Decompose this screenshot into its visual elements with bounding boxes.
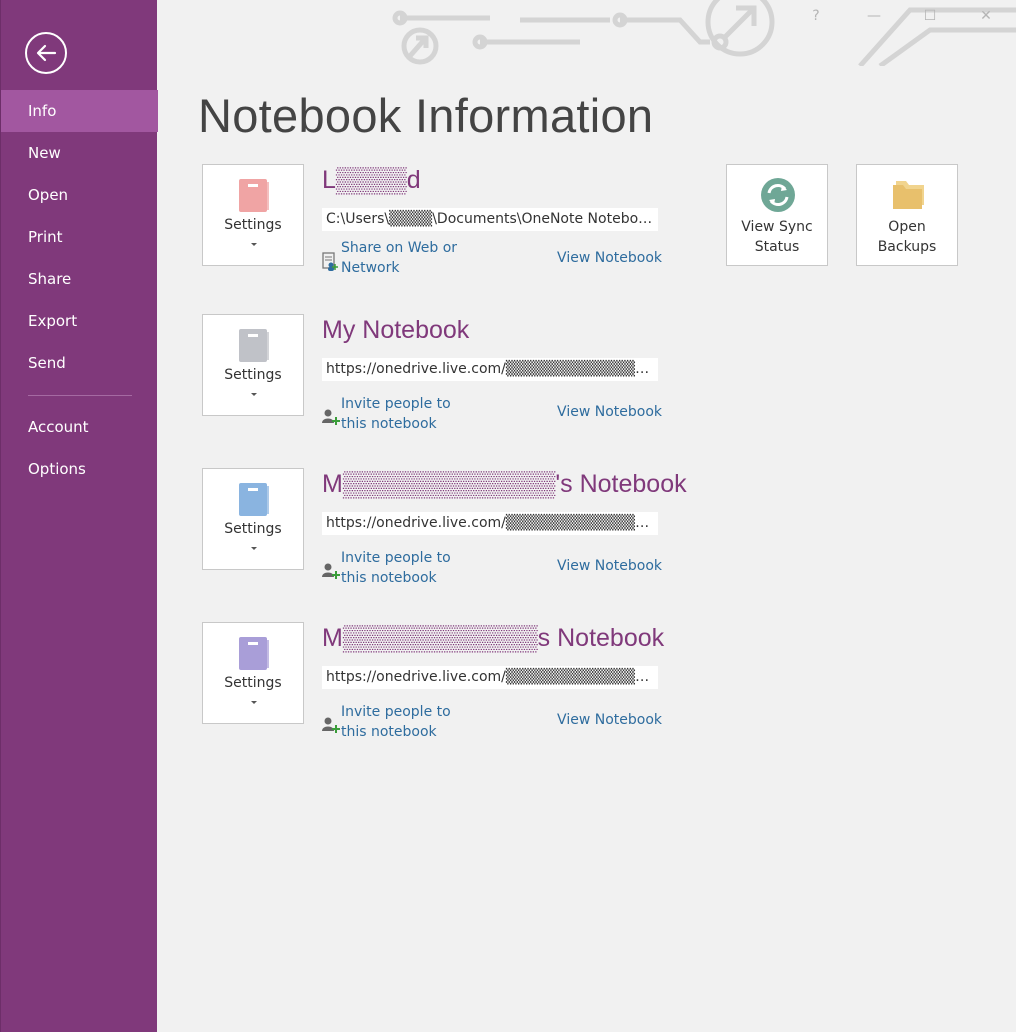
settings-label: Settings bbox=[224, 675, 282, 691]
notebook-path: https://onedrive.live.com/▒▒▒▒▒▒▒▒▒▒▒▒▒▒… bbox=[322, 666, 658, 689]
nav-send[interactable]: Send bbox=[1, 342, 158, 384]
notebook-name: M▒▒▒▒▒▒▒▒▒▒▒s Notebook bbox=[322, 624, 665, 652]
notebook-path: https://onedrive.live.com/▒▒▒▒▒▒▒▒▒▒▒▒▒▒… bbox=[322, 512, 658, 535]
notebook-icon bbox=[239, 329, 269, 362]
notebook-settings-button[interactable]: Settings bbox=[202, 314, 304, 416]
open-backups-button[interactable]: Open Backups bbox=[856, 164, 958, 266]
invite-people-icon bbox=[322, 563, 340, 579]
settings-label: Settings bbox=[224, 521, 282, 537]
share-web-icon bbox=[322, 252, 338, 271]
minimize-button[interactable]: — bbox=[864, 8, 884, 24]
notebook-entry: Settings L▒▒▒▒d C:\Users\▒▒▒▒\Documents\… bbox=[202, 164, 662, 294]
notebook-path: https://onedrive.live.com/▒▒▒▒▒▒▒▒▒▒▒▒▒▒… bbox=[322, 358, 658, 381]
notebook-icon-cover bbox=[239, 179, 267, 212]
invite-people-link[interactable]: Invite people to this notebook bbox=[322, 394, 472, 434]
sync-label: View Sync Status bbox=[741, 219, 813, 255]
notebook-icon-cover bbox=[239, 483, 267, 516]
notebook-icon-cover bbox=[239, 329, 267, 362]
invite-label: Invite people to this notebook bbox=[341, 396, 451, 432]
nav-export[interactable]: Export bbox=[1, 300, 158, 342]
nav-account[interactable]: Account bbox=[1, 406, 158, 448]
view-notebook-link[interactable]: View Notebook bbox=[557, 250, 662, 266]
page-title: Notebook Information bbox=[198, 89, 654, 142]
notebook-icon-spine bbox=[265, 332, 269, 360]
invite-label: Invite people to this notebook bbox=[341, 550, 451, 586]
notebook-entry: Settings My Notebook https://onedrive.li… bbox=[202, 314, 662, 444]
chevron-down-icon bbox=[251, 243, 257, 246]
notebook-icon-label bbox=[248, 488, 258, 491]
notebook-icon bbox=[239, 637, 269, 670]
invite-people-icon bbox=[322, 717, 340, 733]
notebook-entry: Settings M▒▒▒▒▒▒▒▒▒▒▒▒'s Notebook https:… bbox=[202, 468, 687, 598]
nav-separator bbox=[28, 395, 132, 396]
chevron-down-icon bbox=[251, 393, 257, 396]
notebook-settings-button[interactable]: Settings bbox=[202, 164, 304, 266]
view-notebook-link[interactable]: View Notebook bbox=[557, 712, 662, 728]
invite-people-link[interactable]: Invite people to this notebook bbox=[322, 548, 472, 588]
sync-icon-bg bbox=[761, 178, 795, 212]
settings-label: Settings bbox=[224, 367, 282, 383]
invite-people-icon bbox=[322, 409, 340, 425]
notebook-icon-cover bbox=[239, 637, 267, 670]
notebook-settings-button[interactable]: Settings bbox=[202, 622, 304, 724]
notebook-icon-label bbox=[248, 184, 258, 187]
notebook-path: C:\Users\▒▒▒▒\Documents\OneNote Notebook… bbox=[322, 208, 658, 231]
nav-open[interactable]: Open bbox=[1, 174, 158, 216]
maximize-button[interactable]: ☐ bbox=[920, 8, 940, 24]
back-button[interactable] bbox=[25, 32, 67, 74]
sync-icon bbox=[761, 178, 795, 212]
notebook-settings-button[interactable]: Settings bbox=[202, 468, 304, 570]
share-label: Share on Web or Network bbox=[341, 240, 458, 276]
folder-icon bbox=[893, 181, 924, 209]
notebook-icon-spine bbox=[265, 486, 269, 514]
notebook-name: My Notebook bbox=[322, 316, 470, 344]
view-notebook-link[interactable]: View Notebook bbox=[557, 558, 662, 574]
notebook-entry: Settings M▒▒▒▒▒▒▒▒▒▒▒s Notebook https://… bbox=[202, 622, 665, 752]
notebook-name: L▒▒▒▒d bbox=[322, 166, 421, 194]
settings-label: Settings bbox=[224, 217, 282, 233]
back-arrow-icon bbox=[36, 44, 57, 62]
help-button[interactable]: ? bbox=[806, 8, 826, 24]
share-on-web-link[interactable]: Share on Web or Network bbox=[322, 238, 472, 278]
notebook-icon-spine bbox=[265, 182, 269, 210]
invite-label: Invite people to this notebook bbox=[341, 704, 451, 740]
view-notebook-link[interactable]: View Notebook bbox=[557, 404, 662, 420]
chevron-down-icon bbox=[251, 547, 257, 550]
notebook-icon-spine bbox=[265, 640, 269, 668]
nav-options[interactable]: Options bbox=[1, 448, 158, 490]
nav-print[interactable]: Print bbox=[1, 216, 158, 258]
invite-people-link[interactable]: Invite people to this notebook bbox=[322, 702, 472, 742]
view-sync-status-button[interactable]: View Sync Status bbox=[726, 164, 828, 266]
notebook-icon-label bbox=[248, 642, 258, 645]
notebook-icon-label bbox=[248, 334, 258, 337]
close-button[interactable]: ✕ bbox=[976, 8, 996, 24]
notebook-icon bbox=[239, 179, 269, 212]
chevron-down-icon bbox=[251, 701, 257, 704]
nav-new[interactable]: New bbox=[1, 132, 158, 174]
notebook-icon bbox=[239, 483, 269, 516]
backups-label: Open Backups bbox=[877, 219, 937, 255]
notebook-name: M▒▒▒▒▒▒▒▒▒▒▒▒'s Notebook bbox=[322, 470, 687, 498]
backstage-sidebar: Info New Open Print Share Export Send Ac… bbox=[0, 0, 158, 1032]
nav-share[interactable]: Share bbox=[1, 258, 158, 300]
nav-info[interactable]: Info bbox=[1, 90, 158, 132]
